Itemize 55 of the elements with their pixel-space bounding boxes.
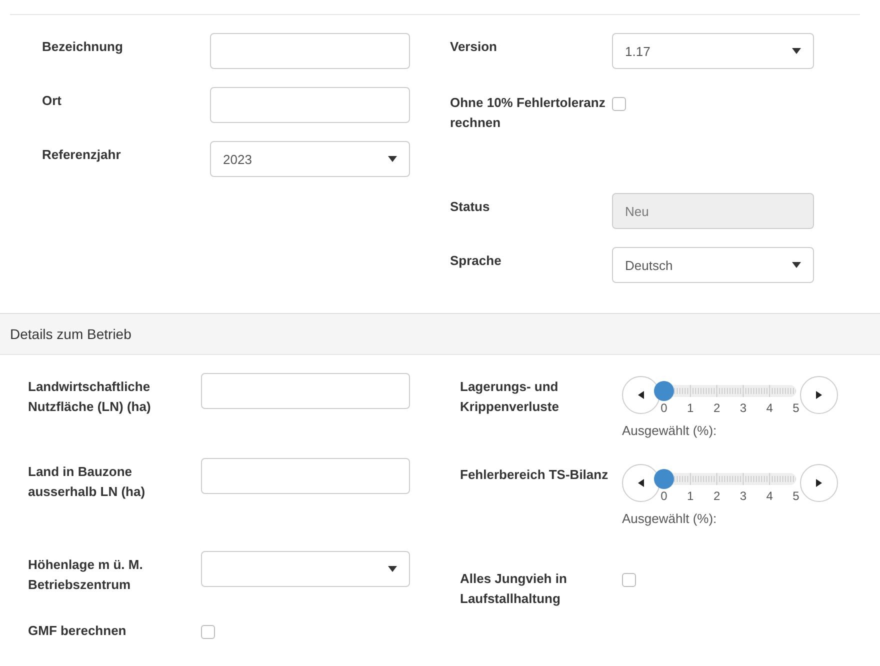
caret-icon [792, 48, 801, 54]
checkbox[interactable] [622, 573, 636, 587]
selected-value-label: Ausgewählt (%): [622, 423, 718, 438]
select-field[interactable] [201, 551, 410, 587]
tick-label: 3 [740, 489, 747, 503]
increase-button[interactable] [800, 376, 838, 414]
tick-label: 1 [687, 401, 694, 415]
caret-icon [388, 566, 397, 572]
tick-label: 5 [792, 401, 800, 415]
caret-icon [792, 262, 801, 268]
tick-label: 1 [687, 489, 694, 503]
field-label: Sprache [450, 252, 502, 270]
field-label: Höhenlage m ü. M. Betriebszentrum [28, 556, 144, 594]
caret-icon [388, 156, 397, 162]
right-triangle-icon [816, 479, 822, 487]
checkbox[interactable] [201, 625, 215, 639]
select-field[interactable]: Deutsch [612, 247, 814, 283]
tick-label: 2 [713, 401, 720, 415]
field-label: GMF berechnen [28, 622, 128, 640]
tick-label: 4 [766, 401, 773, 415]
slider-thumb[interactable] [654, 469, 674, 489]
text-field[interactable] [201, 373, 410, 409]
field-label: Alles Jungvieh in Laufstallhaltung [460, 570, 568, 608]
field-label: Version [450, 38, 498, 56]
select-field[interactable]: 1.17 [612, 33, 814, 69]
tick-label: 0 [660, 401, 668, 415]
tick-label: 0 [660, 489, 668, 503]
section-header: Details zum Betrieb [0, 313, 880, 355]
field-label: Status [450, 198, 491, 216]
decrease-button[interactable] [622, 464, 660, 502]
selected-value-label: Ausgewählt (%): [622, 511, 718, 526]
tick-label: 4 [766, 489, 773, 503]
tick-label: 2 [713, 489, 720, 503]
decrease-button[interactable] [622, 376, 660, 414]
tick-label: 3 [740, 401, 747, 415]
field-label: Referenzjahr [42, 146, 122, 164]
field-label: Land in Bauzone ausserhalb LN (ha) [28, 463, 146, 501]
field-label: Ohne 10% Fehlertoleranz rechnen [450, 94, 606, 132]
tick-label: 5 [792, 489, 800, 503]
field-label: Lagerungs- und Krippenverluste [460, 378, 560, 416]
field-label: Fehlerbereich TS-Bilanz [460, 466, 610, 484]
field-label: Bezeichnung [42, 38, 124, 56]
text-field[interactable] [210, 87, 410, 123]
text-field[interactable] [201, 458, 410, 494]
status-field: Neu [612, 193, 814, 229]
select-field[interactable]: 2023 [210, 141, 410, 177]
slider-thumb[interactable] [654, 381, 674, 401]
left-triangle-icon [638, 391, 644, 399]
text-field[interactable] [210, 33, 410, 69]
field-label: Landwirtschaftliche Nutzfläche (LN) (ha) [28, 378, 152, 416]
right-triangle-icon [816, 391, 822, 399]
increase-button[interactable] [800, 464, 838, 502]
field-label: Ort [42, 92, 62, 110]
checkbox[interactable] [612, 97, 626, 111]
left-triangle-icon [638, 479, 644, 487]
